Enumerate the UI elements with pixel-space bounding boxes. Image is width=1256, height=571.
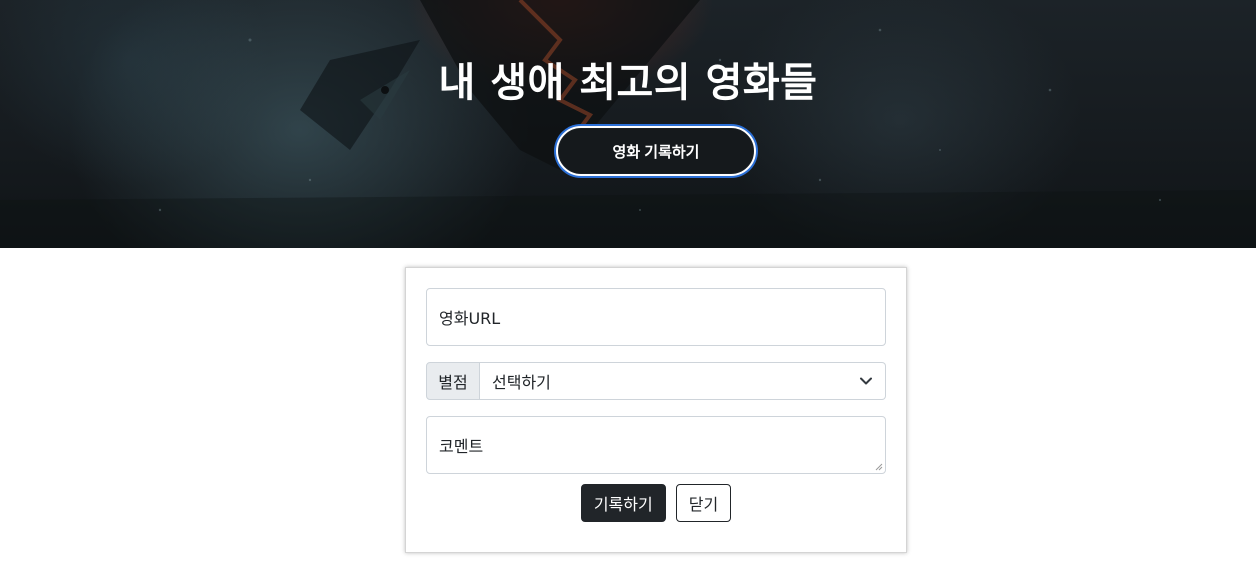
comment-textarea[interactable]: 코멘트 xyxy=(426,416,886,474)
submit-button[interactable]: 기록하기 xyxy=(580,484,666,522)
record-movie-button[interactable]: 영화 기록하기 xyxy=(556,126,756,176)
movie-form-card: 영화URL 별점 선택하기 코멘트 기록하기 닫기 xyxy=(405,267,907,553)
rating-selected-value: 선택하기 xyxy=(492,373,551,392)
rating-input-group: 별점 선택하기 xyxy=(426,362,886,400)
hero-banner: 내 생애 최고의 영화들 영화 기록하기 xyxy=(0,0,1256,248)
hero-background-image xyxy=(0,0,1256,248)
movie-url-input[interactable]: 영화URL xyxy=(426,288,886,346)
close-button[interactable]: 닫기 xyxy=(675,484,732,522)
comment-placeholder: 코멘트 xyxy=(439,437,484,456)
resize-grip-icon[interactable] xyxy=(875,463,883,471)
rating-select[interactable]: 선택하기 xyxy=(480,362,886,400)
movie-url-placeholder: 영화URL xyxy=(439,309,501,328)
page-title: 내 생애 최고의 영화들 xyxy=(438,60,818,106)
chevron-down-icon xyxy=(859,374,873,388)
form-actions: 기록하기 닫기 xyxy=(406,484,906,522)
rating-label: 별점 xyxy=(426,362,480,400)
